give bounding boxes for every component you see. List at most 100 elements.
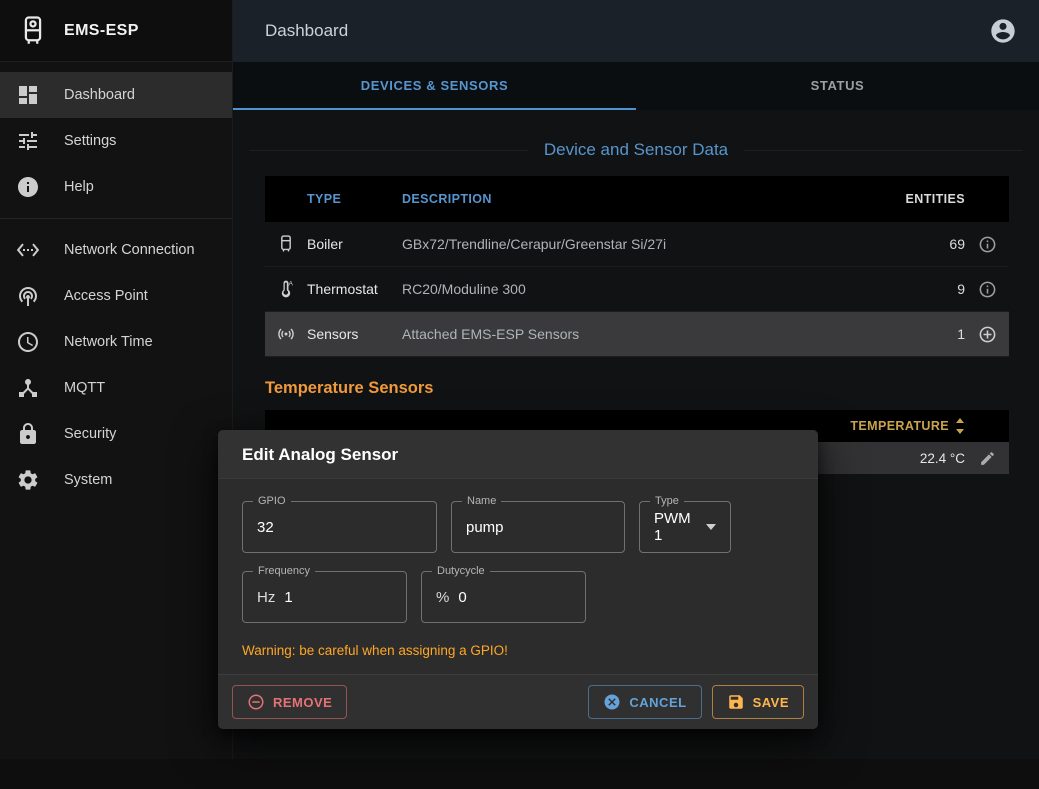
frequency-unit-prefix: Hz bbox=[257, 589, 275, 606]
divider-line bbox=[744, 150, 1023, 151]
dutycycle-field-label: Dutycycle bbox=[432, 565, 490, 578]
chevron-down-icon bbox=[706, 524, 716, 530]
thermostat-icon: A bbox=[265, 279, 307, 299]
device-hub-icon bbox=[16, 376, 40, 400]
page-title: Dashboard bbox=[265, 21, 989, 41]
device-description: GBx72/Trendline/Cerapur/Greenstar Si/27i bbox=[402, 236, 895, 252]
sidebar-item-label: System bbox=[64, 472, 112, 488]
dashboard-icon bbox=[16, 83, 40, 107]
name-field[interactable]: Name pump bbox=[451, 501, 625, 553]
section-header: Device and Sensor Data bbox=[249, 140, 1023, 160]
sidebar-item-network-connection[interactable]: Network Connection bbox=[0, 227, 232, 273]
edit-pencil-icon[interactable] bbox=[965, 450, 1009, 467]
sidebar-item-mqtt[interactable]: MQTT bbox=[0, 365, 232, 411]
remove-circle-icon bbox=[247, 693, 265, 711]
info-circle-icon[interactable] bbox=[965, 235, 1009, 254]
tab-devices-sensors[interactable]: DEVICES & SENSORS bbox=[233, 62, 636, 110]
save-button[interactable]: SAVE bbox=[712, 685, 804, 719]
cancel-button-label: CANCEL bbox=[629, 695, 686, 710]
col-header-description: DESCRIPTION bbox=[402, 192, 895, 206]
ethernet-icon bbox=[16, 238, 40, 262]
gear-icon bbox=[16, 468, 40, 492]
cancel-circle-icon bbox=[603, 693, 621, 711]
sensors-icon bbox=[265, 324, 307, 344]
dutycycle-field[interactable]: Dutycycle % 0 bbox=[421, 571, 586, 623]
temperature-sensors-title: Temperature Sensors bbox=[265, 379, 1039, 398]
sidebar-item-label: Settings bbox=[64, 133, 116, 149]
sidebar-item-security[interactable]: Security bbox=[0, 411, 232, 457]
appbar: Dashboard bbox=[233, 0, 1039, 62]
antenna-icon bbox=[16, 284, 40, 308]
col-header-entities: ENTITIES bbox=[895, 192, 965, 206]
sidebar-header: EMS-ESP bbox=[0, 0, 232, 62]
svg-text:A: A bbox=[289, 281, 294, 288]
sidebar-item-network-time[interactable]: Network Time bbox=[0, 319, 232, 365]
sidebar-item-label: Security bbox=[64, 426, 116, 442]
add-circle-icon[interactable] bbox=[965, 325, 1009, 344]
tune-icon bbox=[16, 129, 40, 153]
name-field-label: Name bbox=[462, 495, 501, 508]
field-row-1: GPIO 32 Name pump Type PWM 1 bbox=[242, 501, 794, 553]
device-entities: 9 bbox=[895, 281, 965, 297]
gpio-field-label: GPIO bbox=[253, 495, 291, 508]
table-row-sensors[interactable]: Sensors Attached EMS-ESP Sensors 1 bbox=[265, 312, 1009, 357]
sidebar-item-label: Dashboard bbox=[64, 87, 135, 103]
type-select[interactable]: Type PWM 1 bbox=[639, 501, 731, 553]
dutycycle-field-value: 0 bbox=[458, 589, 466, 606]
table-row-thermostat[interactable]: A Thermostat RC20/Moduline 300 9 bbox=[265, 267, 1009, 312]
info-icon bbox=[16, 175, 40, 199]
device-table: TYPE DESCRIPTION ENTITIES Boiler GBx72/T… bbox=[265, 176, 1009, 357]
device-entities: 69 bbox=[895, 236, 965, 252]
frequency-field-label: Frequency bbox=[253, 565, 315, 578]
app-title: EMS-ESP bbox=[64, 22, 139, 40]
device-type: Boiler bbox=[307, 236, 402, 252]
sidebar-item-help[interactable]: Help bbox=[0, 164, 232, 210]
remove-button[interactable]: REMOVE bbox=[232, 685, 347, 719]
gpio-warning-text: Warning: be careful when assigning a GPI… bbox=[242, 643, 794, 658]
sidebar-item-system[interactable]: System bbox=[0, 457, 232, 503]
device-type: Thermostat bbox=[307, 281, 402, 297]
dialog-title: Edit Analog Sensor bbox=[218, 430, 818, 479]
sort-arrows-icon bbox=[955, 418, 965, 434]
gpio-field[interactable]: GPIO 32 bbox=[242, 501, 437, 553]
sidebar-item-label: MQTT bbox=[64, 380, 105, 396]
sidebar-item-label: Help bbox=[64, 179, 94, 195]
save-button-label: SAVE bbox=[753, 695, 789, 710]
sidebar-divider bbox=[0, 218, 232, 219]
table-row-boiler[interactable]: Boiler GBx72/Trendline/Cerapur/Greenstar… bbox=[265, 222, 1009, 267]
water-heater-icon bbox=[16, 14, 50, 48]
name-field-value: pump bbox=[466, 519, 504, 536]
sidebar: EMS-ESP Dashboard Settings Help Net bbox=[0, 0, 233, 759]
frequency-field[interactable]: Frequency Hz 1 bbox=[242, 571, 407, 623]
sidebar-item-access-point[interactable]: Access Point bbox=[0, 273, 232, 319]
col-header-type: TYPE bbox=[307, 192, 402, 206]
device-description: Attached EMS-ESP Sensors bbox=[402, 326, 895, 342]
dialog-body: GPIO 32 Name pump Type PWM 1 Frequency H… bbox=[218, 479, 818, 658]
tab-bar: DEVICES & SENSORS STATUS bbox=[233, 62, 1039, 110]
cancel-button[interactable]: CANCEL bbox=[588, 685, 701, 719]
clock-icon bbox=[16, 330, 40, 354]
edit-analog-sensor-dialog: Edit Analog Sensor GPIO 32 Name pump Typ… bbox=[218, 430, 818, 729]
type-select-value: PWM 1 bbox=[654, 510, 696, 544]
remove-button-label: REMOVE bbox=[273, 695, 332, 710]
type-select-label: Type bbox=[650, 495, 684, 508]
sidebar-item-label: Network Time bbox=[64, 334, 153, 350]
sidebar-item-settings[interactable]: Settings bbox=[0, 118, 232, 164]
boiler-icon bbox=[265, 234, 307, 254]
device-description: RC20/Moduline 300 bbox=[402, 281, 895, 297]
tab-status[interactable]: STATUS bbox=[636, 62, 1039, 110]
divider-line bbox=[249, 150, 528, 151]
field-row-2: Frequency Hz 1 Dutycycle % 0 bbox=[242, 571, 794, 623]
sidebar-nav: Dashboard Settings Help Network Connecti… bbox=[0, 62, 232, 503]
dutycycle-unit-prefix: % bbox=[436, 589, 449, 606]
device-table-header: TYPE DESCRIPTION ENTITIES bbox=[265, 176, 1009, 222]
lock-icon bbox=[16, 422, 40, 446]
info-circle-icon[interactable] bbox=[965, 280, 1009, 299]
account-circle-icon[interactable] bbox=[989, 17, 1017, 45]
dialog-actions: REMOVE CANCEL SAVE bbox=[218, 674, 818, 729]
device-entities: 1 bbox=[895, 326, 965, 342]
sidebar-item-dashboard[interactable]: Dashboard bbox=[0, 72, 232, 118]
sidebar-item-label: Access Point bbox=[64, 288, 148, 304]
save-icon bbox=[727, 693, 745, 711]
gpio-field-value: 32 bbox=[257, 519, 274, 536]
